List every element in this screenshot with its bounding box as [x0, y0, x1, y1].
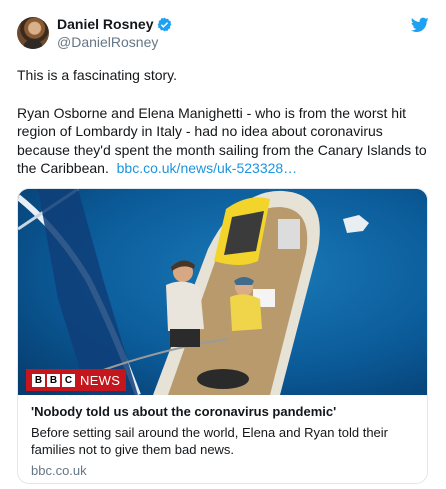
author-name-row[interactable]: Daniel Rosney	[57, 16, 172, 32]
verified-badge-icon	[157, 17, 172, 32]
tweet-paragraph: Ryan Osborne and Elena Manighetti - who …	[17, 104, 429, 178]
bbc-logo-letter: C	[62, 373, 75, 387]
twitter-bird-icon[interactable]	[410, 17, 429, 33]
article-image[interactable]: B B C NEWS	[18, 189, 427, 395]
card-title[interactable]: 'Nobody told us about the coronavirus pa…	[31, 403, 416, 420]
avatar[interactable]	[17, 17, 49, 49]
bbc-logo-letter: B	[47, 373, 60, 387]
tweet-text: This is a fascinating story. Ryan Osborn…	[17, 66, 429, 178]
tweet-header: Daniel Rosney @DanielRosney	[17, 15, 429, 55]
tweet-card[interactable]: Daniel Rosney @DanielRosney This is a fa…	[0, 0, 446, 489]
tweet-paragraph: This is a fascinating story.	[17, 67, 178, 83]
author-display-name[interactable]: Daniel Rosney	[57, 16, 153, 32]
card-body[interactable]: 'Nobody told us about the coronavirus pa…	[31, 403, 416, 479]
bbc-news-logo: B B C NEWS	[26, 369, 127, 391]
article-link[interactable]: bbc.co.uk/news/uk-523328…	[117, 160, 298, 176]
card-domain: bbc.co.uk	[31, 463, 87, 478]
card-description: Before setting sail around the world, El…	[31, 425, 388, 457]
bbc-news-word: NEWS	[80, 372, 121, 388]
link-preview-card[interactable]: B B C NEWS 'Nobody told us about the cor…	[17, 188, 428, 484]
bbc-logo-letter: B	[32, 373, 45, 387]
sailboat-photo	[18, 189, 427, 395]
author-handle[interactable]: @DanielRosney	[57, 34, 158, 50]
